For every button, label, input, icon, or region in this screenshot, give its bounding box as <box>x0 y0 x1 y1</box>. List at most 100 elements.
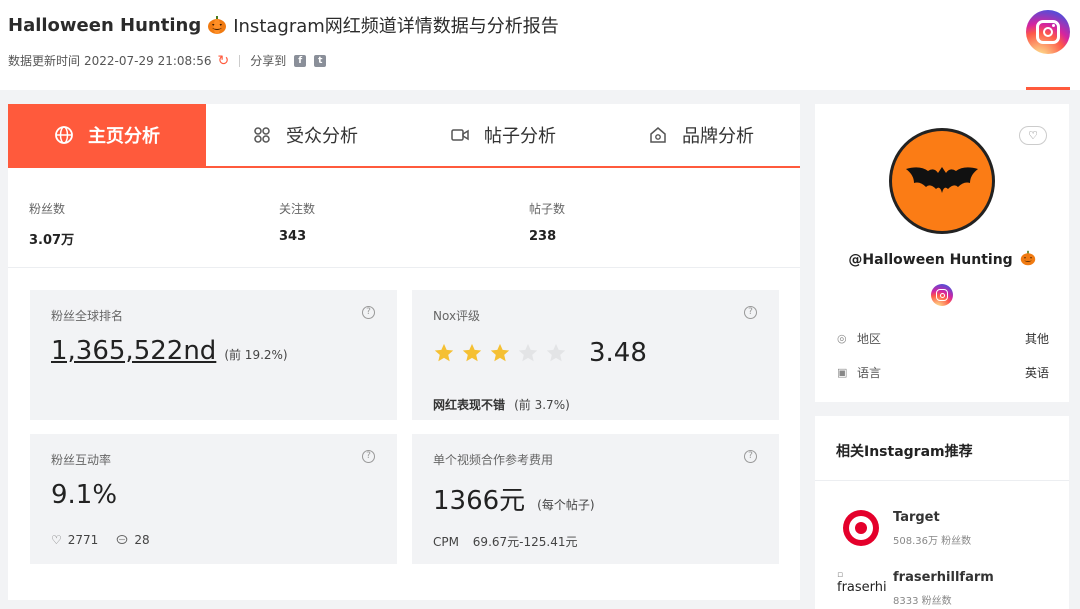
region-row: ◎ 地区 其他 <box>837 330 1049 347</box>
rec-item-fraserhillfarm[interactable]: ▫ fraserhi fraserhillfarm 8333 粉丝数 <box>837 570 1057 609</box>
card-engagement: 粉丝互动率 ? 9.1% ♡ 2771 28 <box>30 434 397 564</box>
cost-value: 1366元 <box>433 486 526 516</box>
tab-label: 品牌分析 <box>682 126 754 147</box>
pumpkin-icon <box>208 16 227 34</box>
tab-bar: 主页分析 受众分析 帖子分析 品牌分析 <box>8 104 800 168</box>
stat-following: 关注数 343 <box>279 200 315 244</box>
engagement-value: 9.1% <box>51 480 118 510</box>
likes-count: 2771 <box>67 533 99 547</box>
refresh-icon[interactable]: ↻ <box>217 54 229 68</box>
star-filled-icon <box>434 343 454 362</box>
star-filled-icon <box>462 343 482 362</box>
star-empty-icon <box>546 343 566 362</box>
nox-desc: 网红表现不错 <box>433 398 506 412</box>
stat-value: 3.07万 <box>29 233 75 248</box>
stat-label: 关注数 <box>279 202 316 216</box>
cpm-row: CPM 69.67元-125.41元 <box>433 533 577 550</box>
divider <box>239 54 241 67</box>
main-panel: 主页分析 受众分析 帖子分析 品牌分析 粉丝数 3.07万 关注数 343 帖子… <box>8 104 800 600</box>
help-icon[interactable]: ? <box>744 450 757 463</box>
nox-note: (前 3.7%) <box>514 398 570 412</box>
recommendations-panel: 相关Instagram推荐 Target 508.36万 粉丝数 ▫ frase… <box>815 416 1069 609</box>
tab-label: 帖子分析 <box>484 126 556 147</box>
language-icon: ▣ <box>837 366 848 379</box>
tab-label: 受众分析 <box>286 126 358 147</box>
card-cooperation-cost: 单个视频合作参考费用 ? 1366元 (每个帖子) CPM 69.67元-125… <box>412 434 779 564</box>
help-icon[interactable]: ? <box>362 450 375 463</box>
comment-icon <box>116 534 128 546</box>
share-label: 分享到 <box>250 54 287 68</box>
region-value: 其他 <box>1024 332 1049 346</box>
language-label: 语言 <box>857 366 882 380</box>
profile-panel: ♡ @Halloween Hunting ◎ 地区 其他 ▣ 语言 英语 <box>815 104 1069 402</box>
instagram-icon[interactable] <box>931 284 953 306</box>
facebook-icon[interactable]: f <box>294 54 307 67</box>
rank-value-row: 1,365,522nd (前 19.2%) <box>51 336 288 366</box>
stats-row: 粉丝数 3.07万 关注数 343 帖子数 238 <box>8 170 800 268</box>
platform-underline <box>1026 87 1070 90</box>
stat-value: 343 <box>279 229 307 244</box>
card-nox-rating: Nox评级 ? 3.48 网红表现不错 (前 3.7%) <box>412 290 779 420</box>
stat-label: 帖子数 <box>529 202 566 216</box>
instagram-logo-icon <box>1026 10 1070 54</box>
avatar <box>889 128 995 234</box>
update-label: 数据更新时间 <box>8 54 81 68</box>
tab-home-analysis[interactable]: 主页分析 <box>8 104 206 166</box>
rec-name[interactable]: Target <box>893 510 940 525</box>
cpm-value: 69.67元-125.41元 <box>472 535 578 549</box>
twitter-icon[interactable]: t <box>314 54 327 67</box>
heart-icon: ♡ <box>51 533 62 547</box>
rec-fans: 508.36万 粉丝数 <box>893 536 972 547</box>
comments-count: 28 <box>134 533 150 547</box>
language-value: 英语 <box>1024 366 1049 380</box>
star-empty-icon <box>518 343 538 362</box>
language-row: ▣ 语言 英语 <box>837 364 1049 381</box>
broken-image-alt: fraserhi <box>837 580 887 595</box>
region-label: 地区 <box>857 332 882 346</box>
audience-icon <box>252 125 272 145</box>
rank-note: (前 19.2%) <box>224 348 288 362</box>
card-title: Nox评级 <box>433 309 481 323</box>
card-title: 粉丝全球排名 <box>51 309 124 323</box>
handle-text: @Halloween Hunting <box>848 252 1013 268</box>
card-title: 粉丝互动率 <box>51 453 112 467</box>
rank-value[interactable]: 1,365,522nd <box>51 336 216 366</box>
nox-rating-row: 3.48 <box>433 338 647 368</box>
star-filled-icon <box>490 343 510 362</box>
nox-score: 3.48 <box>589 338 647 368</box>
card-global-rank: 粉丝全球排名 ? 1,365,522nd (前 19.2%) <box>30 290 397 420</box>
page-header: Halloween Hunting Instagram网红频道详情数据与分析报告… <box>0 0 1080 90</box>
broken-image-icon: ▫ fraserhi <box>837 570 887 595</box>
profile-handle: @Halloween Hunting <box>815 250 1069 268</box>
tab-brand-analysis[interactable]: 品牌分析 <box>602 104 800 166</box>
tab-post-analysis[interactable]: 帖子分析 <box>404 104 602 166</box>
stat-value: 238 <box>529 229 557 244</box>
nox-desc-row: 网红表现不错 (前 3.7%) <box>433 394 570 413</box>
tab-label: 主页分析 <box>88 126 160 147</box>
stat-posts: 帖子数 238 <box>529 200 565 244</box>
recommendations-title: 相关Instagram推荐 <box>836 444 973 460</box>
card-title: 单个视频合作参考费用 <box>433 453 554 467</box>
help-icon[interactable]: ? <box>362 306 375 319</box>
heart-icon: ♡ <box>1028 129 1038 142</box>
cost-unit: (每个帖子) <box>537 498 595 512</box>
rec-name[interactable]: fraserhillfarm <box>893 570 994 585</box>
cost-value-row: 1366元 (每个帖子) <box>433 480 595 517</box>
rec-item-target[interactable]: Target 508.36万 粉丝数 <box>837 510 1057 550</box>
page-title-suffix: Instagram网红频道详情数据与分析报告 <box>233 16 559 37</box>
update-time: 2022-07-29 21:08:56 <box>84 53 212 68</box>
help-icon[interactable]: ? <box>744 306 757 319</box>
video-icon <box>450 125 470 145</box>
target-logo-icon <box>843 510 879 546</box>
update-meta: 数据更新时间 2022-07-29 21:08:56 ↻ 分享到 f t <box>8 52 327 69</box>
brand-icon <box>648 125 668 145</box>
page-title: Halloween Hunting Instagram网红频道详情数据与分析报告 <box>8 12 559 38</box>
influencer-name: Halloween Hunting <box>8 14 202 36</box>
stat-label: 粉丝数 <box>29 202 66 216</box>
tab-audience-analysis[interactable]: 受众分析 <box>206 104 404 166</box>
stat-followers: 粉丝数 3.07万 <box>29 200 74 248</box>
star-rating <box>433 342 573 364</box>
location-icon: ◎ <box>837 332 847 345</box>
favorite-button[interactable]: ♡ <box>1019 126 1047 145</box>
pumpkin-icon <box>1020 250 1035 266</box>
